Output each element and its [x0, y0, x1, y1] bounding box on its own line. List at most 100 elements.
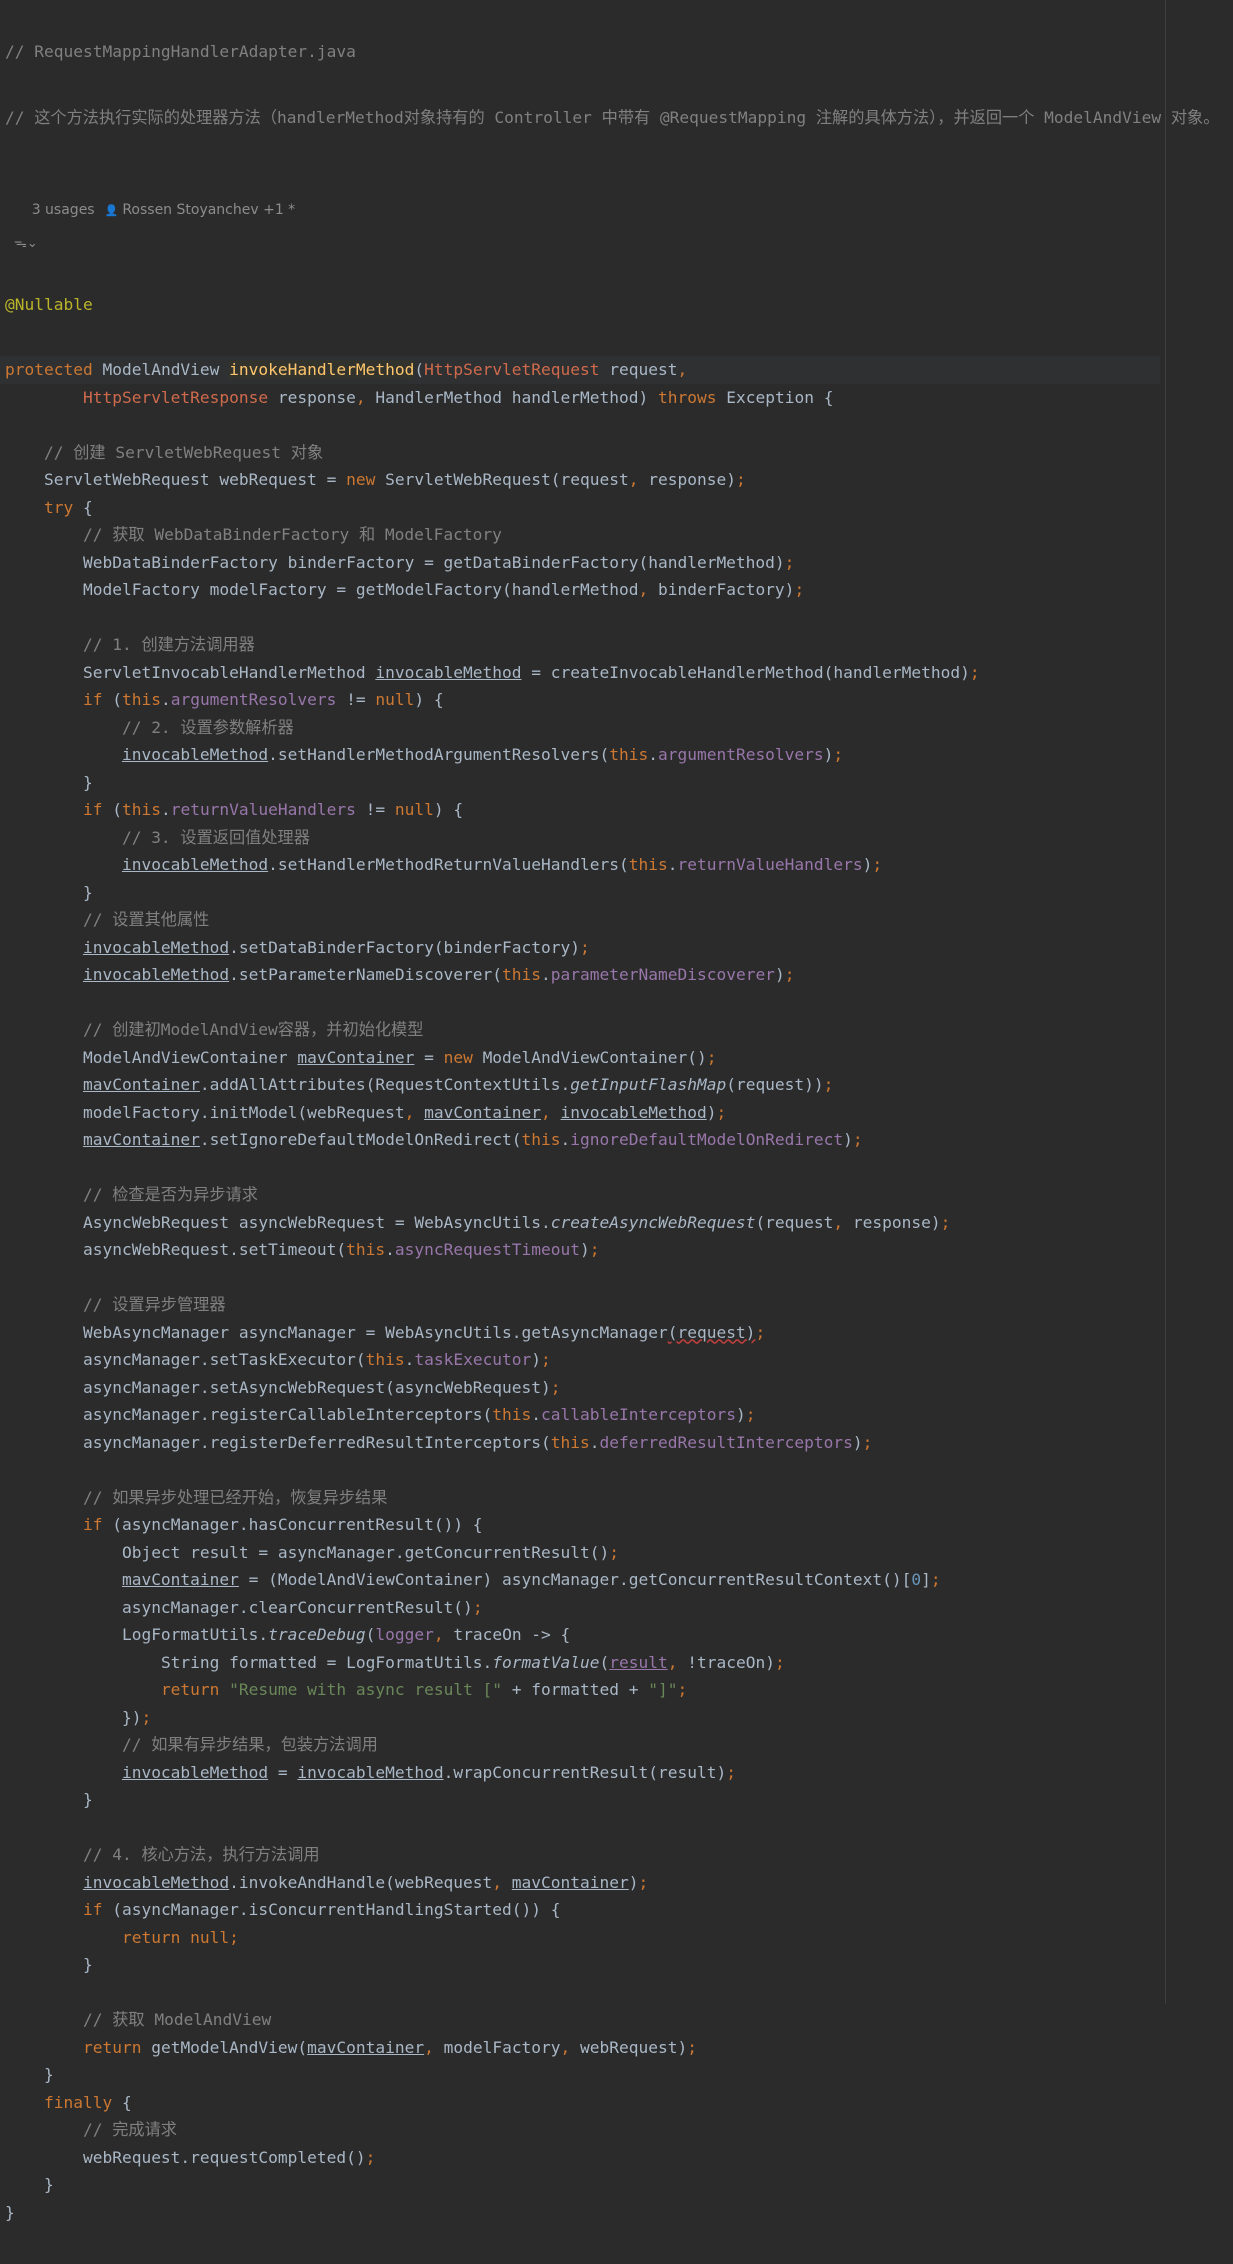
- code-line[interactable]: WebDataBinderFactory binderFactory = get…: [0, 549, 1160, 577]
- code-line[interactable]: asyncManager.setAsyncWebRequest(asyncWeb…: [0, 1374, 1160, 1402]
- code-line[interactable]: finally {: [0, 2089, 1160, 2117]
- code-line[interactable]: ServletInvocableHandlerMethod invocableM…: [0, 659, 1160, 687]
- code-line[interactable]: // 创建 ServletWebRequest 对象: [0, 439, 1160, 467]
- code-line[interactable]: protected ModelAndView invokeHandlerMeth…: [0, 356, 1160, 384]
- code-token: ;: [784, 965, 795, 984]
- code-token: (: [599, 1652, 610, 1672]
- code-line[interactable]: [0, 989, 1160, 1017]
- code-line[interactable]: String formatted = LogFormatUtils.format…: [0, 1649, 1160, 1677]
- code-line[interactable]: // 获取 WebDataBinderFactory 和 ModelFactor…: [0, 521, 1160, 549]
- code-line[interactable]: return null;: [0, 1924, 1160, 1952]
- code-line[interactable]: invocableMethod.invokeAndHandle(webReque…: [0, 1869, 1160, 1897]
- code-line[interactable]: }: [0, 769, 1160, 797]
- code-line[interactable]: }: [0, 2171, 1160, 2199]
- code-line[interactable]: [0, 604, 1160, 632]
- code-line[interactable]: mavContainer.addAllAttributes(RequestCon…: [0, 1071, 1160, 1099]
- code-line[interactable]: if (this.argumentResolvers != null) {: [0, 686, 1160, 714]
- code-line[interactable]: ModelAndViewContainer mavContainer = new…: [0, 1044, 1160, 1072]
- code-line[interactable]: asyncManager.setTaskExecutor(this.taskEx…: [0, 1346, 1160, 1374]
- code-line[interactable]: invocableMethod.setHandlerMethodArgument…: [0, 741, 1160, 769]
- code-line[interactable]: mavContainer.setIgnoreDefaultModelOnRedi…: [0, 1126, 1160, 1154]
- code-line[interactable]: // 完成请求: [0, 2116, 1160, 2144]
- code-line[interactable]: mavContainer = (ModelAndViewContainer) a…: [0, 1566, 1160, 1594]
- code-line[interactable]: // 获取 ModelAndView: [0, 2006, 1160, 2034]
- code-line[interactable]: invocableMethod.setHandlerMethodReturnVa…: [0, 851, 1160, 879]
- code-token: = (ModelAndViewContainer) asyncManager.g…: [238, 1570, 912, 1589]
- code-token: {: [121, 2092, 132, 2112]
- code-line[interactable]: });: [0, 1704, 1160, 1732]
- code-token: .: [560, 1130, 571, 1149]
- code-line[interactable]: asyncWebRequest.setTimeout(this.asyncReq…: [0, 1236, 1160, 1264]
- code-line[interactable]: webRequest.requestCompleted();: [0, 2144, 1160, 2172]
- code-line-doc-comment[interactable]: // 这个方法执行实际的处理器方法（handlerMethod对象持有的 Con…: [0, 104, 1219, 132]
- code-line[interactable]: }: [0, 879, 1160, 907]
- code-token: response: [268, 387, 356, 407]
- code-line[interactable]: [0, 1979, 1160, 2007]
- code-line[interactable]: // 4. 核心方法，执行方法调用: [0, 1841, 1160, 1869]
- code-line[interactable]: // 2. 设置参数解析器: [0, 714, 1160, 742]
- code-line[interactable]: Object result = asyncManager.getConcurre…: [0, 1539, 1160, 1567]
- code-line[interactable]: // 如果异步处理已经开始，恢复异步结果: [0, 1484, 1160, 1512]
- code-line[interactable]: ModelFactory modelFactory = getModelFact…: [0, 576, 1160, 604]
- code-line[interactable]: invocableMethod.setDataBinderFactory(bin…: [0, 934, 1160, 962]
- code-line[interactable]: // 3. 设置返回值处理器: [0, 824, 1160, 852]
- code-line[interactable]: }: [0, 2061, 1160, 2089]
- code-line[interactable]: [0, 1154, 1160, 1182]
- code-token: traceOn -> {: [453, 1625, 571, 1644]
- code-line[interactable]: // 创建初ModelAndView容器，并初始化模型: [0, 1016, 1160, 1044]
- code-line[interactable]: asyncManager.registerDeferredResultInter…: [0, 1429, 1160, 1457]
- code-line[interactable]: if (asyncManager.isConcurrentHandlingSta…: [0, 1896, 1160, 1924]
- code-line[interactable]: [0, 411, 1160, 439]
- author-link[interactable]: Rossen Stoyanchev +1 *: [122, 202, 295, 218]
- code-token: ) {: [433, 800, 464, 819]
- code-token: (request: [755, 1212, 834, 1232]
- code-line[interactable]: invocableMethod = invocableMethod.wrapCo…: [0, 1759, 1160, 1787]
- code-line[interactable]: [0, 1814, 1160, 1842]
- code-line[interactable]: if (this.returnValueHandlers != null) {: [0, 796, 1160, 824]
- code-line[interactable]: // 检查是否为异步请求: [0, 1181, 1160, 1209]
- code-line[interactable]: }: [0, 1786, 1160, 1814]
- code-line[interactable]: if (asyncManager.hasConcurrentResult()) …: [0, 1511, 1160, 1539]
- code-line[interactable]: // 1. 创建方法调用器: [0, 631, 1160, 659]
- code-line[interactable]: try {: [0, 494, 1160, 522]
- code-line[interactable]: AsyncWebRequest asyncWebRequest = WebAsy…: [0, 1209, 1160, 1237]
- code-token: ): [735, 1405, 746, 1424]
- code-token: traceDebug: [268, 1625, 366, 1644]
- code-line[interactable]: // 如果有异步结果，包装方法调用: [0, 1731, 1160, 1759]
- usages-link[interactable]: 3 usages: [32, 202, 95, 218]
- code-line[interactable]: WebAsyncManager asyncManager = WebAsyncU…: [0, 1319, 1160, 1347]
- code-line[interactable]: // 设置其他属性: [0, 906, 1160, 934]
- code-editor[interactable]: // RequestMappingHandlerAdapter.java // …: [0, 0, 1233, 2222]
- code-line[interactable]: modelFactory.initModel(webRequest, mavCo…: [0, 1099, 1160, 1127]
- code-line[interactable]: HttpServletResponse response, HandlerMet…: [0, 384, 1160, 412]
- code-line[interactable]: // 设置异步管理器: [0, 1291, 1160, 1319]
- code-line[interactable]: }: [0, 2199, 1160, 2227]
- code-line[interactable]: return getModelAndView(mavContainer, mod…: [0, 2034, 1160, 2062]
- code-token: Object result = asyncManager.getConcurre…: [121, 1542, 610, 1562]
- code-token: asyncRequestTimeout: [394, 1240, 581, 1259]
- code-line[interactable]: }: [0, 1951, 1160, 1979]
- code-token: ): [580, 1240, 590, 1259]
- code-line[interactable]: invocableMethod.setParameterNameDiscover…: [0, 961, 1160, 989]
- code-line[interactable]: [0, 1264, 1160, 1292]
- code-line-file-comment[interactable]: // RequestMappingHandlerAdapter.java: [0, 38, 1160, 66]
- code-line[interactable]: LogFormatUtils.traceDebug(logger, traceO…: [0, 1621, 1160, 1649]
- code-token: if: [82, 690, 113, 709]
- code-line[interactable]: ServletWebRequest webRequest = new Servl…: [0, 466, 1160, 494]
- code-token: ): [628, 1872, 639, 1892]
- code-area[interactable]: // RequestMappingHandlerAdapter.java // …: [0, 0, 1219, 2264]
- code-token: modelFactory: [443, 2037, 561, 2057]
- code-line[interactable]: asyncManager.registerCallableInterceptor…: [0, 1401, 1160, 1429]
- code-line-annotation[interactable]: @Nullable: [0, 291, 1160, 319]
- code-token: ,: [560, 2037, 581, 2057]
- code-line[interactable]: return "Resume with async result [" + fo…: [0, 1676, 1160, 1704]
- code-line[interactable]: [0, 1456, 1160, 1484]
- code-token: ): [852, 1432, 863, 1452]
- hint-dropdown-icon[interactable]: ᯓ⌄: [14, 236, 38, 251]
- code-line[interactable]: asyncManager.clearConcurrentResult();: [0, 1594, 1160, 1622]
